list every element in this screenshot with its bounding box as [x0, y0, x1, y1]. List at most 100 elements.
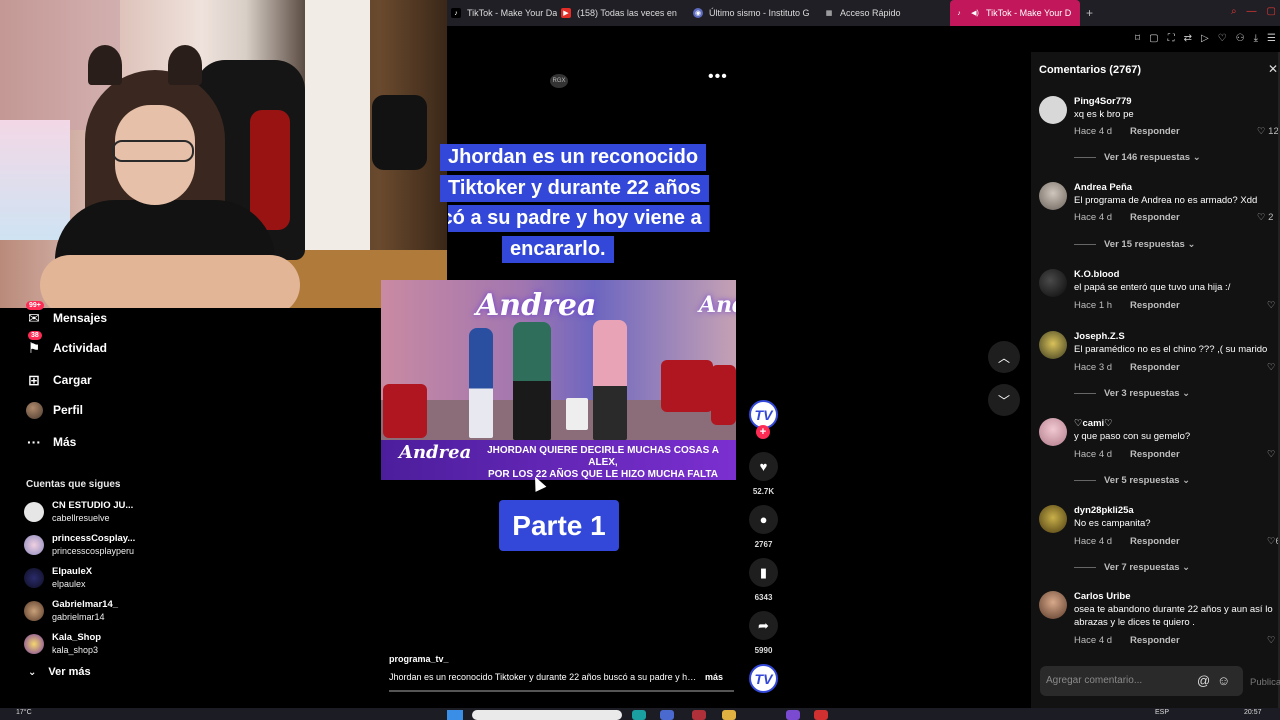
comment-user[interactable]: ♡cami♡	[1074, 418, 1113, 429]
following-account[interactable]: Kala_Shop kala_shop3	[24, 632, 101, 656]
following-account[interactable]: ElpauleX elpaulex	[24, 566, 92, 590]
comment-icon[interactable]: ●	[749, 505, 778, 534]
comment-user[interactable]: K.O.blood	[1074, 269, 1119, 280]
folder-icon[interactable]	[722, 710, 736, 720]
comment-action[interactable]: ● 2767	[749, 505, 778, 549]
account-icon[interactable]: ⚇	[1236, 33, 1245, 44]
new-tab-icon[interactable]: +	[1086, 6, 1093, 20]
following-account[interactable]: princessCosplay... princesscosplayperu	[24, 533, 135, 557]
sidebar-item-activity[interactable]: ⚑ 38 Actividad	[24, 331, 107, 358]
translate-icon[interactable]: ⇄	[1184, 33, 1192, 44]
view-replies-link[interactable]: Ver 146 respuestas ⌄	[1074, 152, 1201, 163]
avatar[interactable]	[1039, 418, 1067, 446]
next-video-button[interactable]: ﹀	[988, 384, 1020, 416]
bookmark-icon[interactable]: ▮	[749, 558, 778, 587]
view-replies-link[interactable]: Ver 3 respuestas ⌄	[1074, 388, 1190, 399]
previous-video-button[interactable]: ︿	[988, 341, 1020, 373]
more-options-icon[interactable]: •••	[708, 68, 728, 86]
comment-like[interactable]: ♡	[1267, 300, 1276, 311]
avatar[interactable]	[1039, 96, 1067, 124]
video-progress-bar[interactable]	[389, 690, 734, 692]
video-author[interactable]: programa_tv_	[389, 654, 449, 664]
reply-link[interactable]: Responder	[1130, 449, 1180, 460]
taskbar-search[interactable]	[472, 710, 622, 720]
minimize-icon[interactable]: —	[1247, 6, 1257, 17]
reply-link[interactable]: Responder	[1130, 536, 1180, 547]
sidebar-item-upload[interactable]: ⊞ Cargar	[24, 370, 92, 390]
comment-like[interactable]: ♡ 129	[1257, 126, 1280, 137]
like-action[interactable]: ♥ 52.7K	[749, 452, 778, 496]
sidebar-item-more[interactable]: ··· Más	[24, 432, 76, 452]
comment-like[interactable]: ♡	[1267, 449, 1276, 460]
browser-tab[interactable]: ▦ Acceso Rápido	[820, 0, 950, 26]
share-action[interactable]: ➦ 5990	[749, 611, 778, 655]
comment-user[interactable]: Ping4Sor779	[1074, 96, 1132, 107]
reply-link[interactable]: Responder	[1130, 300, 1180, 311]
sidebar-icon[interactable]: ▢	[1149, 33, 1158, 44]
comment-like[interactable]: ♡	[1267, 635, 1276, 646]
browser-tab[interactable]: ▶ (158) Todas las veces en	[557, 0, 689, 26]
comment-user[interactable]: Joseph.Z.S	[1074, 331, 1125, 342]
part-label: Parte 1	[499, 500, 619, 551]
avatar[interactable]	[1039, 331, 1067, 359]
weather-widget[interactable]: 17°C	[16, 709, 32, 716]
reply-link[interactable]: Responder	[1130, 362, 1180, 373]
video-description: Jhordan es un reconocido Tiktoker y dura…	[389, 672, 734, 682]
sound-disc-avatar[interactable]: TV	[749, 664, 778, 693]
comment-like[interactable]: ♡ 2	[1257, 212, 1273, 223]
close-icon[interactable]: ✕	[1268, 62, 1278, 76]
view-replies-link[interactable]: Ver 5 respuestas ⌄	[1074, 475, 1190, 486]
restore-icon[interactable]: ▢	[1267, 6, 1276, 17]
see-more-button[interactable]: ⌄ Ver más	[28, 666, 91, 678]
avatar[interactable]	[1039, 269, 1067, 297]
following-account[interactable]: Gabrielmar14_ gabrielmar14	[24, 599, 118, 623]
search-icon[interactable]: ⌕	[1231, 6, 1237, 17]
share-icon[interactable]: ➦	[749, 611, 778, 640]
menu-icon[interactable]: ☰	[1267, 33, 1276, 44]
avatar	[24, 568, 44, 588]
comment-text: el papá se enteró que tuvo una hija :/	[1074, 282, 1231, 293]
heart-icon[interactable]: ♥	[749, 452, 778, 481]
comment-like[interactable]: ♡	[1267, 362, 1276, 373]
account-handle: cabellresuelve	[52, 513, 110, 523]
avatar[interactable]	[1039, 182, 1067, 210]
comment-user[interactable]: Carlos Uribe	[1074, 591, 1131, 602]
emoji-icon[interactable]: ☺	[1217, 673, 1230, 688]
clock[interactable]: 20:57	[1244, 709, 1262, 716]
taskbar-app-icon[interactable]	[660, 710, 674, 720]
reply-link[interactable]: Responder	[1130, 635, 1180, 646]
windows-start-icon[interactable]	[447, 710, 463, 720]
follow-plus-icon[interactable]: +	[756, 425, 770, 439]
following-account[interactable]: CN ESTUDIO JU... cabellresuelve	[24, 500, 133, 524]
bookmark-icon[interactable]: ⌑	[1135, 33, 1140, 44]
taskbar-app-icon[interactable]	[814, 710, 828, 720]
sidebar-item-profile[interactable]: Perfil	[24, 400, 83, 420]
browser-tab[interactable]: ◉ Último sismo - Instituto G	[689, 0, 820, 26]
screenshot-icon[interactable]: ⛶	[1168, 33, 1175, 44]
toolbar-icons: ⌑ ▢ ⛶ ⇄ ▷ ♡ ⚇ ⤓ ☰	[1135, 33, 1276, 44]
download-icon[interactable]: ⤓	[1254, 33, 1258, 44]
taskbar-app-icon[interactable]	[692, 710, 706, 720]
sidebar-item-messages[interactable]: ✉ 99+ Mensajes	[24, 301, 107, 328]
post-button[interactable]: Publicar	[1250, 677, 1280, 688]
view-replies-link[interactable]: Ver 7 respuestas ⌄	[1074, 562, 1190, 573]
comment-user[interactable]: dyn28pkli25a	[1074, 505, 1134, 516]
avatar[interactable]	[1039, 505, 1067, 533]
reply-link[interactable]: Responder	[1130, 126, 1180, 137]
reply-link[interactable]: Responder	[1130, 212, 1180, 223]
avatar	[24, 502, 44, 522]
language-indicator[interactable]: ESP	[1155, 709, 1169, 716]
description-more-link[interactable]: más	[705, 672, 723, 682]
taskbar-app-icon[interactable]	[786, 710, 800, 720]
play-icon[interactable]: ▷	[1201, 33, 1209, 44]
browser-tab-active[interactable]: ♪ ◀) TikTok - Make Your D	[950, 0, 1080, 26]
taskbar-app-icon[interactable]	[632, 710, 646, 720]
comment-user[interactable]: Andrea Peña	[1074, 182, 1132, 193]
mention-icon[interactable]: @	[1197, 673, 1210, 688]
view-replies-link[interactable]: Ver 15 respuestas ⌄	[1074, 239, 1195, 250]
save-action[interactable]: ▮ 6343	[749, 558, 778, 602]
heart-outline-icon[interactable]: ♡	[1218, 33, 1227, 44]
avatar[interactable]	[1039, 591, 1067, 619]
browser-tab[interactable]: ♪ TikTok - Make Your Day	[447, 0, 557, 26]
speaker-icon[interactable]: ◀)	[970, 8, 980, 18]
